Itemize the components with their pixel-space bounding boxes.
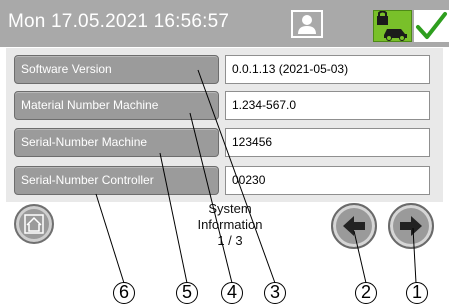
callout-3: 3 — [264, 282, 286, 304]
callout-6: 6 — [113, 282, 135, 304]
callout-2: 2 — [355, 282, 377, 304]
callout-4: 4 — [221, 282, 243, 304]
callout-leader-lines — [95, 69, 417, 284]
callout-1: 1 — [406, 282, 428, 304]
callout-5: 5 — [176, 282, 198, 304]
